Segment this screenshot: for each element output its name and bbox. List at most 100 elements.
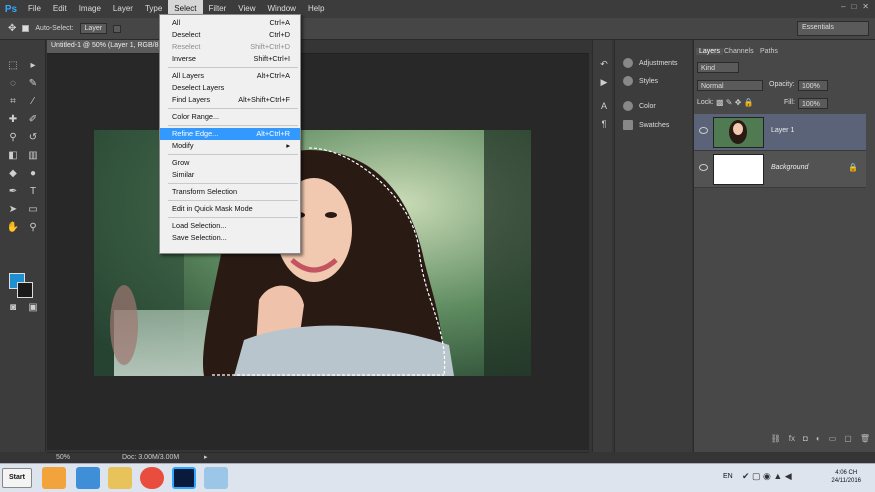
menu-item-label: Refine Edge... <box>172 129 219 138</box>
media-player-icon[interactable] <box>42 467 66 489</box>
menu-item-reselect[interactable]: Reselect Shift+Ctrl+D <box>160 41 300 53</box>
clock[interactable]: 4:06 CH 24/11/2016 <box>831 469 861 485</box>
start-button[interactable]: Start <box>2 468 32 488</box>
healing-brush-icon[interactable]: ✚ <box>6 114 20 126</box>
eye-icon[interactable] <box>699 127 708 134</box>
layer-row-layer-1[interactable]: Layer 1 <box>694 114 866 151</box>
blur-icon[interactable]: ◆ <box>6 168 20 180</box>
path-select-icon[interactable]: ➤ <box>6 204 20 216</box>
adjustment-layer-icon[interactable]: ◐ <box>816 434 821 446</box>
screen-mode-icon[interactable]: ▣ <box>26 302 40 314</box>
gradient-icon[interactable]: ▥ <box>26 150 40 162</box>
system-tray-icons[interactable]: ✔ ▢ ◉ ▲ ◀ <box>742 471 792 482</box>
layer-filter-kind[interactable]: Kind <box>697 62 739 73</box>
menu-item-transform-selection[interactable]: Transform Selection <box>160 186 300 198</box>
minimize-button[interactable]: – <box>841 2 845 11</box>
menu-item-load-selection[interactable]: Load Selection... <box>160 220 300 232</box>
character-panel-icon[interactable]: A <box>597 100 611 112</box>
autoselect-dropdown[interactable]: Layer <box>79 23 108 34</box>
menu-item-similar[interactable]: Similar <box>160 169 300 181</box>
trash-icon[interactable]: 🗑 <box>860 434 870 446</box>
layer-thumbnail <box>713 117 764 148</box>
quick-mask-icon[interactable]: ◙ <box>6 302 20 314</box>
layer-row-background[interactable]: Background 🔒 <box>694 151 866 188</box>
adjustments-label: Adjustments <box>639 59 678 67</box>
menu-item-modify[interactable]: Modify ▸ <box>160 140 300 152</box>
move-tool-icon[interactable]: ▸ <box>26 60 40 72</box>
menu-item-grow[interactable]: Grow <box>160 157 300 169</box>
shape-icon[interactable]: ▭ <box>26 204 40 216</box>
tab-layers[interactable]: Layers <box>696 48 724 55</box>
tab-channels[interactable]: Channels <box>724 48 754 55</box>
menu-edit[interactable]: Edit <box>47 0 73 18</box>
opacity-field[interactable]: 100% <box>798 80 828 91</box>
paragraph-panel-icon[interactable]: ¶ <box>597 118 611 130</box>
brush-icon[interactable]: ✐ <box>26 114 40 126</box>
internet-explorer-icon[interactable] <box>76 467 100 489</box>
menu-layer[interactable]: Layer <box>107 0 139 18</box>
menu-item-deselect[interactable]: Deselect Ctrl+D <box>160 29 300 41</box>
app-taskbar-icon[interactable] <box>204 467 228 489</box>
history-panel-icon[interactable]: ↶ <box>597 58 611 70</box>
dodge-icon[interactable]: ● <box>26 168 40 180</box>
lock-icons[interactable]: ▩ ✎ ✥ 🔒 <box>716 98 754 107</box>
actions-panel-icon[interactable]: ▶ <box>597 76 611 88</box>
menu-item-save-selection[interactable]: Save Selection... <box>160 232 300 244</box>
tab-paths[interactable]: Paths <box>760 48 778 55</box>
menu-item-all-layers[interactable]: All Layers Alt+Ctrl+A <box>160 70 300 82</box>
language-indicator[interactable]: EN <box>723 473 733 480</box>
eye-icon[interactable] <box>699 164 708 171</box>
transform-controls-checkbox[interactable] <box>113 24 122 33</box>
photoshop-taskbar-icon[interactable] <box>172 467 196 489</box>
eyedropper-icon[interactable]: ⁄ <box>26 96 40 108</box>
eraser-icon[interactable]: ◧ <box>6 150 20 162</box>
menu-item-label: Grow <box>172 158 190 167</box>
status-menu-arrow-icon[interactable]: ▸ <box>204 453 208 461</box>
link-icon[interactable]: ⛓ <box>771 434 781 446</box>
menu-item-all[interactable]: All Ctrl+A <box>160 17 300 29</box>
hand-icon[interactable]: ✋ <box>6 222 20 234</box>
document-tab[interactable]: Untitled-1 @ 50% (Layer 1, RGB/8) <box>47 40 177 53</box>
folder-icon[interactable]: ▭ <box>829 434 837 446</box>
clone-stamp-icon[interactable]: ⚲ <box>6 132 20 144</box>
chrome-icon[interactable] <box>140 467 164 489</box>
new-layer-icon[interactable]: ▢ <box>844 434 852 446</box>
menu-help[interactable]: Help <box>302 0 330 18</box>
thumbnail-image <box>729 120 747 144</box>
adjustments-panel-button[interactable]: Adjustments <box>623 58 678 68</box>
menu-item-label: Reselect <box>172 42 201 51</box>
pen-icon[interactable]: ✒ <box>6 186 20 198</box>
lasso-icon[interactable]: ◌ <box>6 78 20 90</box>
autoselect-checkbox[interactable] <box>22 25 30 32</box>
type-tool-icon[interactable]: T <box>26 186 40 198</box>
swatches-panel-button[interactable]: Swatches <box>623 120 669 130</box>
menu-item-inverse[interactable]: Inverse Shift+Ctrl+I <box>160 53 300 65</box>
clock-time: 4:06 CH <box>835 470 858 476</box>
close-button[interactable]: ✕ <box>862 2 869 11</box>
background-color-swatch[interactable] <box>17 282 33 298</box>
zoom-icon[interactable]: ⚲ <box>26 222 40 234</box>
crop-icon[interactable]: ⌗ <box>6 96 20 108</box>
menu-item-edit-in-quick-mask-mode[interactable]: Edit in Quick Mask Mode <box>160 203 300 215</box>
menu-file[interactable]: File <box>22 0 47 18</box>
rect-marquee-icon[interactable]: ⬚ <box>6 60 20 72</box>
styles-panel-button[interactable]: Styles <box>623 76 658 86</box>
menu-item-find-layers[interactable]: Find Layers Alt+Shift+Ctrl+F <box>160 94 300 106</box>
menu-separator <box>168 67 298 68</box>
fill-field[interactable]: 100% <box>798 98 828 109</box>
history-brush-icon[interactable]: ↺ <box>26 132 40 144</box>
zoom-level[interactable]: 50% <box>56 454 70 461</box>
menu-item-refine-edge[interactable]: Refine Edge... Alt+Ctrl+R <box>160 128 300 140</box>
workspace-dropdown[interactable]: Essentials <box>797 21 869 36</box>
fx-icon[interactable]: fx <box>789 434 795 446</box>
menu-item-deselect-layers[interactable]: Deselect Layers <box>160 82 300 94</box>
menu-image[interactable]: Image <box>73 0 107 18</box>
menu-item-color-range[interactable]: Color Range... <box>160 111 300 123</box>
move-tool-icon: ✥ <box>8 23 17 34</box>
color-panel-button[interactable]: Color <box>623 101 656 111</box>
blend-mode-dropdown[interactable]: Normal <box>697 80 763 91</box>
quick-select-icon[interactable]: ✎ <box>26 78 40 90</box>
mask-icon[interactable]: ◘ <box>803 434 808 446</box>
maximize-button[interactable]: □ <box>851 2 856 11</box>
file-explorer-icon[interactable] <box>108 467 132 489</box>
